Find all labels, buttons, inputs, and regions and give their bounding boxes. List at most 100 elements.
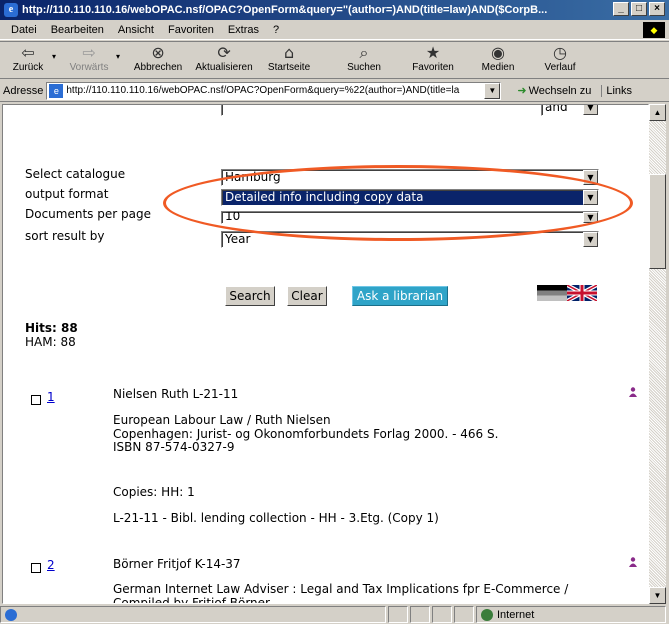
- favorites-label: Favoriten: [412, 62, 454, 73]
- forward-arrow-icon: ⇨: [82, 43, 96, 62]
- history-label: Verlauf: [544, 62, 576, 73]
- scroll-down-icon[interactable]: ▼: [649, 587, 666, 604]
- result-imprint: Copenhagen: Jurist- og Okonomforbundets …: [113, 427, 499, 441]
- stop-icon: ⊗: [151, 43, 165, 62]
- stop-button[interactable]: ⊗ Abbrechen: [128, 42, 188, 78]
- search-field-all-fields[interactable]: [221, 105, 539, 116]
- minimize-button[interactable]: _: [613, 2, 629, 16]
- forward-label: Vorwärts: [69, 62, 109, 73]
- media-button[interactable]: ◉ Medien: [468, 42, 528, 78]
- window-title: http://110.110.110.16/webOPAC.nsf/OPAC?O…: [22, 4, 548, 16]
- result-number-link[interactable]: 2: [47, 558, 55, 572]
- ie-icon: e: [4, 3, 18, 17]
- menu-extras[interactable]: Extras: [221, 24, 266, 36]
- media-icon: ◉: [491, 43, 506, 62]
- menu-datei[interactable]: Datei: [4, 24, 44, 36]
- hits-count: Hits: 88: [25, 321, 78, 335]
- result-checkbox[interactable]: [31, 563, 41, 573]
- result-heading: Börner Fritjof K-14-37: [113, 557, 241, 571]
- page-status-icon: [5, 608, 17, 621]
- favorites-button[interactable]: ★ Favoriten: [400, 42, 466, 78]
- menu-help[interactable]: ?: [266, 24, 286, 36]
- menu-bar: Datei Bearbeiten Ansicht Favoriten Extra…: [0, 20, 669, 40]
- title-bar: e http://110.110.110.16/webOPAC.nsf/OPAC…: [0, 0, 669, 20]
- menu-favoriten[interactable]: Favoriten: [161, 24, 221, 36]
- address-bar: Adresse e http://110.110.110.16/webOPAC.…: [0, 80, 669, 102]
- clear-button[interactable]: Clear: [287, 286, 327, 306]
- address-field[interactable]: e http://110.110.110.16/webOPAC.nsf/OPAC…: [46, 81, 502, 100]
- window-controls: _ □ ×: [613, 2, 665, 16]
- result-number-link[interactable]: 1: [47, 390, 55, 404]
- result-compiled: Compiled by Fritjof Börner: [113, 596, 270, 604]
- result-checkbox[interactable]: [31, 395, 41, 405]
- address-dropdown-icon[interactable]: ▼: [484, 82, 501, 99]
- menu-ansicht[interactable]: Ansicht: [111, 24, 161, 36]
- person-icon[interactable]: [629, 557, 637, 567]
- close-button[interactable]: ×: [649, 2, 665, 16]
- forward-dropdown-icon[interactable]: ▾: [116, 52, 120, 61]
- status-bar: Internet: [0, 605, 669, 624]
- status-cell: [432, 606, 452, 623]
- german-flag-icon: [537, 285, 567, 301]
- address-label: Adresse: [3, 84, 44, 97]
- result-copies: Copies: HH: 1: [113, 485, 195, 499]
- page-viewport: and ▼ Select catalogue Hamburg ▼ output …: [2, 104, 649, 604]
- search-label: Suchen: [347, 62, 381, 73]
- status-text-cell: [0, 606, 386, 623]
- home-button[interactable]: ⌂ Startseite: [260, 42, 318, 78]
- refresh-label: Aktualisieren: [195, 62, 253, 73]
- windows-logo-icon: ◆: [643, 22, 665, 38]
- zone-label: Internet: [497, 608, 535, 621]
- ham-count: HAM: 88: [25, 335, 76, 349]
- maximize-button[interactable]: □: [631, 2, 647, 16]
- favorites-icon: ★: [425, 43, 441, 62]
- search-submit-button[interactable]: Search: [225, 286, 275, 306]
- page-icon: e: [49, 83, 64, 98]
- back-arrow-icon: ⇦: [21, 43, 35, 62]
- result-isbn: ISBN 87-574-0327-9: [113, 440, 235, 454]
- output-format-label: output format: [25, 187, 109, 201]
- refresh-button[interactable]: ⟳ Aktualisieren: [190, 42, 258, 78]
- sort-dropdown-icon[interactable]: ▼: [583, 232, 598, 247]
- internet-zone-icon: [481, 608, 493, 621]
- sort-value: Year: [225, 232, 251, 246]
- history-icon: ◷: [553, 43, 568, 62]
- back-label: Zurück: [12, 62, 44, 73]
- media-label: Medien: [481, 62, 515, 73]
- select-catalogue-label: Select catalogue: [25, 167, 126, 181]
- address-url: http://110.110.110.16/webOPAC.nsf/OPAC?O…: [66, 85, 460, 96]
- language-flag-icon[interactable]: [537, 285, 597, 301]
- security-zone-cell: Internet: [476, 606, 666, 623]
- back-dropdown-icon[interactable]: ▾: [52, 52, 56, 61]
- history-button[interactable]: ◷ Verlauf: [530, 42, 590, 78]
- toolbar: ⇦ Zurück ▾ ⇨ Vorwärts ▾ ⊗ Abbrechen ⟳ Ak…: [0, 41, 669, 79]
- menu-bearbeiten[interactable]: Bearbeiten: [44, 24, 111, 36]
- result-heading: Nielsen Ruth L-21-11: [113, 387, 239, 401]
- operator-select[interactable]: and ▼: [541, 104, 599, 116]
- highlight-ellipse: [163, 165, 633, 241]
- operator-value: and: [545, 104, 568, 114]
- forward-button[interactable]: ⇨ Vorwärts: [64, 42, 114, 78]
- person-icon[interactable]: [629, 387, 637, 397]
- sort-label: sort result by: [25, 229, 105, 243]
- home-icon: ⌂: [283, 43, 295, 62]
- result-title: German Internet Law Adviser : Legal and …: [113, 582, 569, 596]
- search-icon: ⌕: [359, 43, 369, 62]
- back-button[interactable]: ⇦ Zurück: [6, 42, 50, 78]
- search-button[interactable]: ⌕ Suchen: [330, 42, 398, 78]
- home-label: Startseite: [267, 62, 311, 73]
- vertical-scrollbar[interactable]: ▲ ▼: [649, 104, 666, 604]
- result-title: European Labour Law / Ruth Nielsen: [113, 413, 331, 427]
- browser-window: e http://110.110.110.16/webOPAC.nsf/OPAC…: [0, 0, 669, 624]
- uk-flag-icon: [567, 285, 597, 301]
- operator-dropdown-icon[interactable]: ▼: [583, 105, 598, 115]
- stop-label: Abbrechen: [133, 62, 183, 73]
- links-button[interactable]: Links: [601, 84, 632, 97]
- scroll-thumb[interactable]: [649, 174, 666, 269]
- status-cell: [410, 606, 430, 623]
- ask-librarian-button[interactable]: Ask a librarian: [352, 286, 448, 306]
- docs-per-page-label: Documents per page: [25, 207, 151, 221]
- go-button[interactable]: ➜ Wechseln zu: [517, 84, 591, 98]
- scroll-up-icon[interactable]: ▲: [649, 104, 666, 121]
- status-cell: [388, 606, 408, 623]
